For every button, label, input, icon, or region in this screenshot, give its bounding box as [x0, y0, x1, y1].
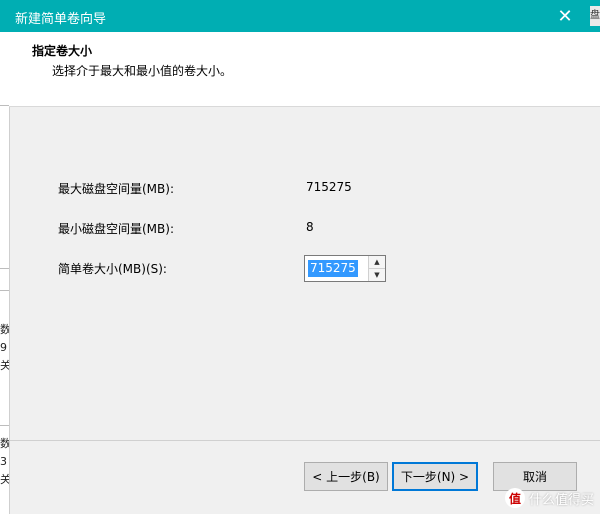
watermark: 值 什么值得买: [504, 488, 594, 508]
watermark-text: 什么值得买: [528, 492, 594, 508]
watermark-logo-icon: 值: [504, 488, 525, 508]
title-bar[interactable]: 新建简单卷向导 ✕ 盘: [0, 0, 600, 32]
min-size-value: 8: [306, 220, 314, 234]
wizard-header: 指定卷大小 选择介于最大和最小值的卷大小。: [9, 32, 600, 107]
arrow-down-icon: ▼: [374, 271, 380, 279]
spin-up-button[interactable]: ▲: [369, 256, 385, 269]
page-subtitle: 选择介于最大和最小值的卷大小。: [52, 64, 233, 78]
close-button[interactable]: ✕: [542, 0, 588, 32]
max-size-value: 715275: [306, 180, 352, 194]
spin-down-button[interactable]: ▼: [369, 269, 385, 281]
spinner-buttons: ▲ ▼: [368, 256, 385, 281]
cancel-button[interactable]: 取消: [493, 462, 577, 491]
volume-size-input[interactable]: 715275: [308, 260, 358, 277]
window-title: 新建简单卷向导: [15, 12, 107, 27]
volume-size-spinner[interactable]: 715275 ▲ ▼: [304, 255, 386, 282]
footer-divider: [9, 440, 600, 441]
close-icon: ✕: [557, 5, 573, 27]
max-size-label: 最大磁盘空间量(MB):: [58, 182, 174, 196]
next-button[interactable]: 下一步(N) >: [392, 462, 478, 491]
volume-size-label: 简单卷大小(MB)(S):: [58, 262, 167, 276]
arrow-up-icon: ▲: [374, 258, 380, 266]
page-title: 指定卷大小: [32, 44, 93, 58]
background-window-button[interactable]: 盘: [590, 6, 600, 26]
min-size-label: 最小磁盘空间量(MB):: [58, 222, 174, 236]
new-simple-volume-wizard: 新建简单卷向导 ✕ 盘 指定卷大小 选择介于最大和最小值的卷大小。 最大磁盘空间…: [0, 0, 600, 514]
back-button[interactable]: < 上一步(B): [304, 462, 388, 491]
wizard-content: 最大磁盘空间量(MB): 715275 最小磁盘空间量(MB): 8 简单卷大小…: [9, 107, 600, 440]
